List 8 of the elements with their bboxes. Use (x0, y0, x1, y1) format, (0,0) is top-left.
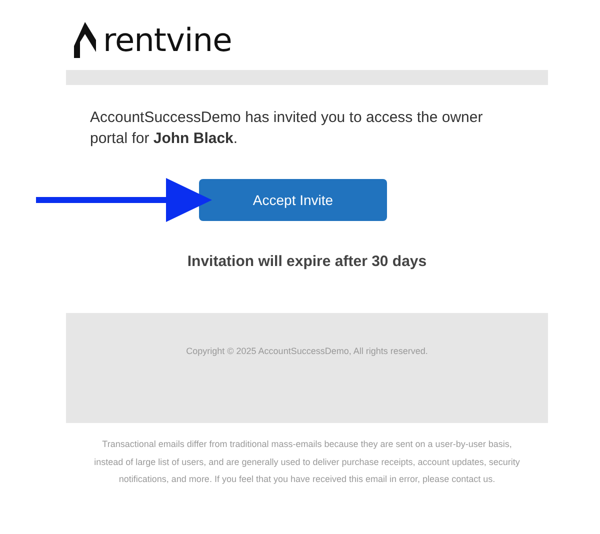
logo-text: rentvine (103, 22, 232, 58)
invitation-message: AccountSuccessDemo has invited you to access the owner portal for John Black. (90, 108, 484, 149)
arrow-icon (36, 178, 212, 222)
logo-icon (74, 22, 96, 58)
accept-invite-button[interactable]: Accept Invite (199, 179, 387, 221)
expiry-notice: Invitation will expire after 30 days (186, 253, 428, 270)
disclaimer-text: Transactional emails differ from traditional mass-emails because they are sent on a user-by-user basis, instead of large list of users, and are generally used to deliver purchase receipts, account updates, security notifications, and more. If you feel that you have received this email in error, please contact us. (94, 438, 520, 486)
copyright-text: Copyright © 2025 AccountSuccessDemo, All rights reserved. (186, 346, 428, 358)
